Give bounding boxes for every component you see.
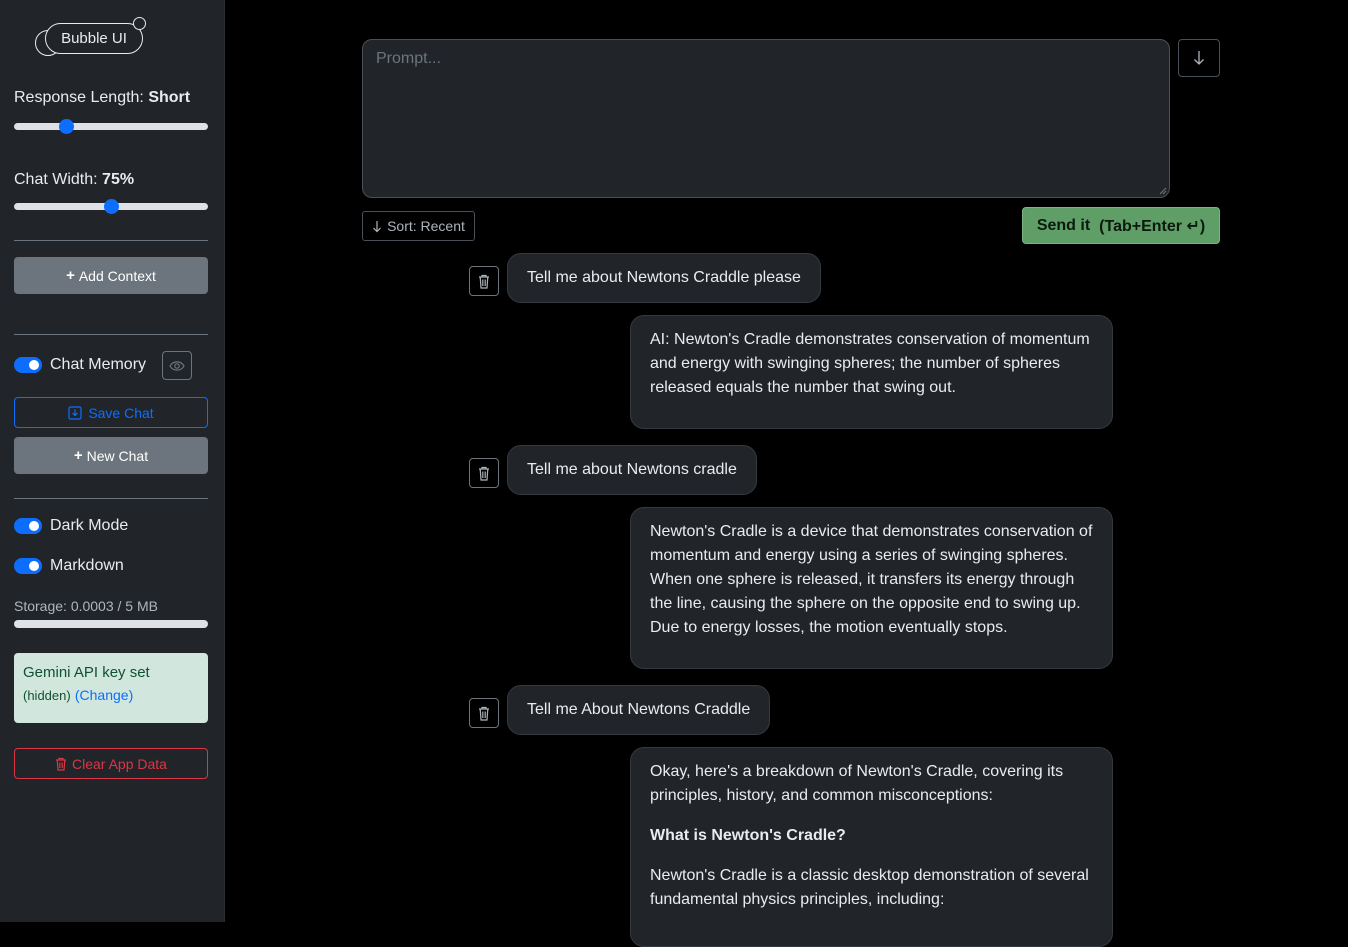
markdown-toggle-row[interactable]: Markdown	[14, 557, 124, 575]
delete-message-button[interactable]	[469, 458, 499, 488]
app-logo: Bubble UI	[32, 16, 148, 60]
clear-app-data-button[interactable]: Clear App Data	[14, 748, 208, 779]
plus-icon: +	[66, 267, 75, 284]
user-message: Tell me About Newtons Craddle	[507, 685, 771, 735]
sidebar: Bubble UI Response Length: Short Chat Wi…	[0, 0, 225, 922]
user-message: Tell me about Newtons Craddle please	[507, 253, 821, 303]
divider	[14, 240, 208, 241]
resize-grip-icon[interactable]	[1159, 187, 1167, 195]
trash-icon	[479, 466, 489, 481]
slider-thumb[interactable]	[58, 119, 74, 134]
divider	[14, 498, 208, 499]
scroll-down-button[interactable]	[1178, 39, 1220, 77]
api-key-hidden: (hidden)	[23, 688, 71, 703]
chat-width-label: Chat Width: 75%	[14, 171, 135, 188]
dark-mode-toggle-row[interactable]: Dark Mode	[14, 517, 128, 535]
view-memory-button[interactable]	[162, 351, 192, 380]
send-button[interactable]: Send it (Tab+Enter ↵)	[1022, 207, 1220, 244]
delete-message-button[interactable]	[469, 266, 499, 296]
new-chat-button[interactable]: + New Chat	[14, 437, 208, 474]
ai-heading: What is Newton's Cradle?	[650, 827, 846, 844]
response-length-label: Response Length: Short	[14, 89, 191, 106]
chat-width-value: 75%	[102, 171, 135, 188]
response-length-value: Short	[148, 89, 191, 106]
chat-memory-label: Chat Memory	[50, 356, 147, 373]
plus-icon: +	[73, 447, 83, 464]
divider	[14, 334, 208, 335]
delete-message-button[interactable]	[469, 698, 499, 728]
api-key-status: Gemini API key set	[23, 664, 150, 681]
change-api-key-link[interactable]: (Change)	[75, 687, 133, 703]
sort-button[interactable]: Sort: Recent	[362, 211, 475, 241]
response-length-slider[interactable]	[14, 119, 208, 134]
slider-thumb[interactable]	[103, 199, 119, 214]
trash-icon	[479, 274, 489, 289]
chat-width-slider[interactable]	[14, 199, 208, 214]
chat-memory-toggle-row[interactable]: Chat Memory	[14, 356, 146, 374]
prompt-placeholder: Prompt...	[376, 50, 441, 67]
storage-progress-bar	[14, 620, 208, 628]
dark-mode-label: Dark Mode	[50, 517, 129, 534]
ai-message: Newton's Cradle is a device that demonst…	[630, 507, 1113, 669]
user-message: Tell me about Newtons cradle	[507, 445, 757, 495]
arrow-down-icon	[373, 220, 382, 232]
eye-icon	[169, 360, 185, 371]
trash-icon	[56, 757, 67, 771]
save-chat-button[interactable]: Save Chat	[14, 397, 208, 428]
api-key-alert: Gemini API key set (hidden) (Change)	[14, 653, 208, 723]
markdown-label: Markdown	[50, 557, 124, 574]
send-shortcut: (Tab+Enter ↵)	[1099, 217, 1206, 235]
add-context-button[interactable]: + Add Context	[14, 257, 208, 294]
trash-icon	[479, 706, 489, 721]
markdown-toggle[interactable]	[14, 558, 42, 574]
storage-label: Storage: 0.0003 / 5 MB	[14, 598, 158, 614]
chat-memory-toggle[interactable]	[14, 357, 42, 373]
logo-text: Bubble UI	[45, 23, 143, 54]
download-icon	[68, 405, 82, 420]
ai-message: Okay, here's a breakdown of Newton's Cra…	[630, 747, 1113, 947]
prompt-input[interactable]: Prompt...	[362, 39, 1170, 198]
dark-mode-toggle[interactable]	[14, 518, 42, 534]
ai-message: AI: Newton's Cradle demonstrates conserv…	[630, 315, 1113, 429]
arrow-down-icon	[1194, 51, 1204, 65]
